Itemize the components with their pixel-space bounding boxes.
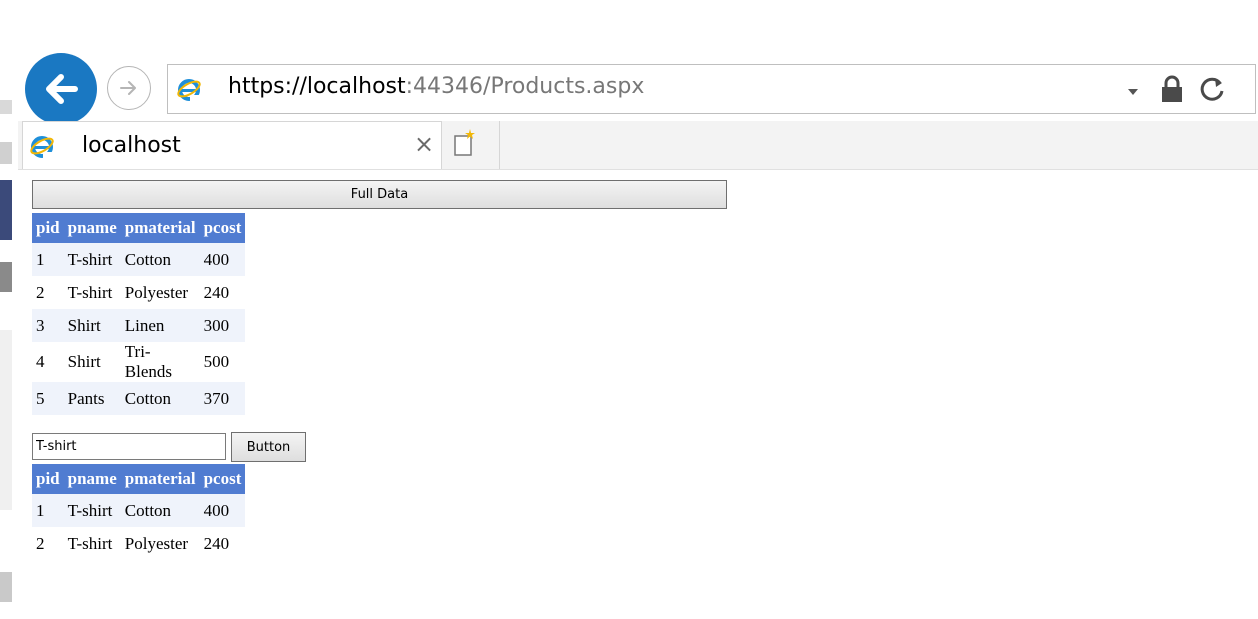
products-table-full: pid pname pmaterial pcost 1 T-shirt Cotton 400… xyxy=(32,213,246,415)
table-cell-pmaterial: Polyester xyxy=(120,276,200,309)
products-table-filtered: pid pname pmaterial pcost 1 T-shirt Cotton 400… xyxy=(32,464,246,560)
chevron-down-icon[interactable] xyxy=(1126,87,1140,97)
url-text[interactable]: https://localhost:44346/Products.aspx xyxy=(228,74,644,99)
table-cell-pid: 3 xyxy=(32,309,64,342)
forward-button[interactable] xyxy=(107,66,151,110)
table-cell-pid: 2 xyxy=(32,527,64,560)
column-header-pid: pid xyxy=(32,213,64,243)
new-tab-button[interactable] xyxy=(444,121,500,169)
table-cell-pcost: 300 xyxy=(199,309,246,342)
table-cell-pid: 2 xyxy=(32,276,64,309)
full-data-button[interactable]: Full Data xyxy=(32,180,727,209)
table-row: 1 T-shirt Cotton 400 xyxy=(32,494,246,527)
url-port: :44346 xyxy=(405,74,484,99)
table-cell-pmaterial: Tri-Blends xyxy=(120,342,200,382)
arrow-left-icon xyxy=(46,74,78,104)
desktop-edge xyxy=(0,0,14,619)
table-row: 2 T-shirt Polyester 240 xyxy=(32,527,246,560)
search-button[interactable]: Button xyxy=(231,432,306,462)
back-button[interactable] xyxy=(25,53,97,125)
close-icon[interactable]: × xyxy=(414,131,434,157)
table-cell-pname: T-shirt xyxy=(63,243,121,276)
table-cell-pcost: 240 xyxy=(199,276,246,309)
table-cell-pmaterial: Cotton xyxy=(120,494,200,527)
arrow-right-icon xyxy=(120,81,136,95)
column-header-pmaterial: pmaterial xyxy=(120,213,200,243)
search-input[interactable] xyxy=(32,433,226,460)
table-cell-pid: 1 xyxy=(32,494,64,527)
table-cell-pid: 4 xyxy=(32,342,64,382)
table-cell-pmaterial: Cotton xyxy=(120,382,200,415)
table-cell-pcost: 370 xyxy=(199,382,246,415)
url-path: /Products.aspx xyxy=(483,74,645,99)
tab-title: localhost xyxy=(82,133,181,158)
table-cell-pcost: 400 xyxy=(199,494,246,527)
table-cell-pcost: 240 xyxy=(199,527,246,560)
table-cell-pname: T-shirt xyxy=(63,527,121,560)
tab-bar: localhost × xyxy=(18,121,1258,170)
lock-icon[interactable] xyxy=(1160,75,1184,103)
table-row: 4 Shirt Tri-Blends 500 xyxy=(32,342,246,382)
table-cell-pname: Shirt xyxy=(63,342,121,382)
table-row: 1 T-shirt Cotton 400 xyxy=(32,243,246,276)
new-tab-icon xyxy=(454,129,475,156)
internet-explorer-icon xyxy=(177,79,201,101)
column-header-pcost: pcost xyxy=(199,464,246,494)
column-header-pcost: pcost xyxy=(199,213,246,243)
table-cell-pname: Shirt xyxy=(63,309,121,342)
table-cell-pmaterial: Polyester xyxy=(120,527,200,560)
table-row: 5 Pants Cotton 370 xyxy=(32,382,246,415)
address-bar[interactable]: https://localhost:44346/Products.aspx xyxy=(167,64,1256,114)
column-header-pid: pid xyxy=(32,464,64,494)
url-host: https://localhost xyxy=(228,74,406,99)
table-cell-pname: T-shirt xyxy=(63,494,121,527)
table-cell-pid: 1 xyxy=(32,243,64,276)
table-row: 3 Shirt Linen 300 xyxy=(32,309,246,342)
column-header-pmaterial: pmaterial xyxy=(120,464,200,494)
table-cell-pid: 5 xyxy=(32,382,64,415)
internet-explorer-icon xyxy=(30,136,54,158)
column-header-pname: pname xyxy=(63,213,121,243)
table-cell-pname: Pants xyxy=(63,382,121,415)
table-cell-pcost: 400 xyxy=(199,243,246,276)
tab-localhost[interactable]: localhost × xyxy=(22,121,442,169)
refresh-icon[interactable] xyxy=(1198,74,1226,104)
table-row: 2 T-shirt Polyester 240 xyxy=(32,276,246,309)
table-cell-pcost: 500 xyxy=(199,342,246,382)
table-cell-pname: T-shirt xyxy=(63,276,121,309)
table-cell-pmaterial: Linen xyxy=(120,309,200,342)
table-cell-pmaterial: Cotton xyxy=(120,243,200,276)
column-header-pname: pname xyxy=(63,464,121,494)
